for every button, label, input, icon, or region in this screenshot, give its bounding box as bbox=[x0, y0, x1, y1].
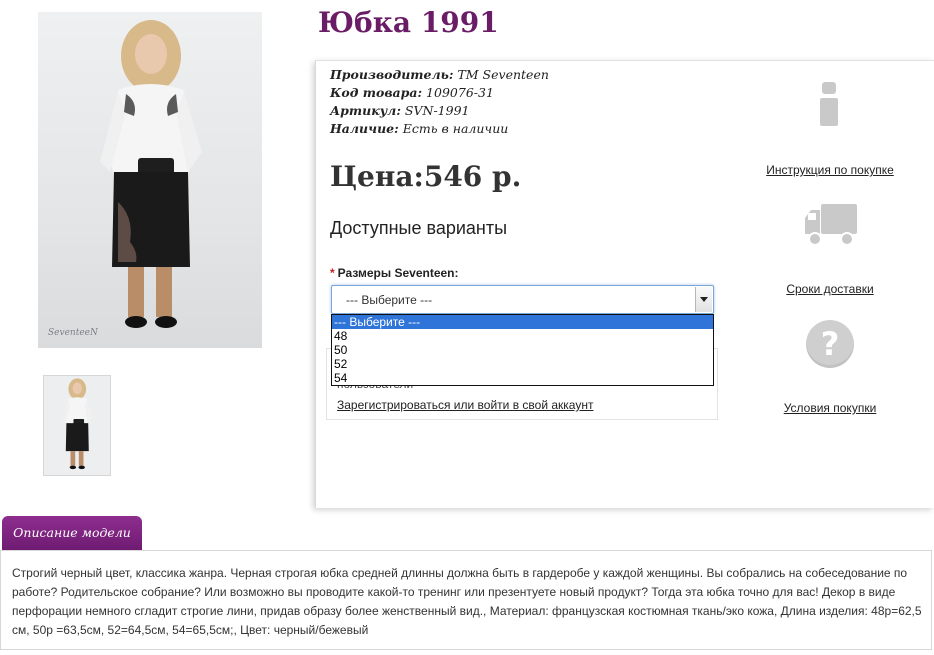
model-figure-image bbox=[100, 20, 202, 328]
size-select[interactable]: --- Выберите --- bbox=[331, 285, 714, 314]
photo-signature: SeventeeN bbox=[48, 328, 98, 338]
sidebar-item-delivery: Сроки доставки bbox=[770, 280, 890, 298]
product-title: Юбка 1991 bbox=[318, 6, 499, 39]
variants-heading: Доступные варианты bbox=[330, 218, 508, 238]
product-price: Цена:546 р. bbox=[330, 160, 522, 193]
size-select-label: * Размеры Seventeen: bbox=[330, 266, 459, 280]
size-option-48[interactable]: 48 bbox=[332, 329, 713, 343]
description-panel: Строгий черный цвет, классика жанра. Чер… bbox=[0, 550, 932, 650]
chevron-down-icon[interactable] bbox=[695, 287, 712, 312]
thumbnail-figure-image bbox=[62, 378, 93, 470]
truck-icon bbox=[805, 204, 857, 246]
instructions-link[interactable]: Инструкция по покупке bbox=[766, 163, 894, 177]
meta-article: Артикул: SVN-1991 bbox=[330, 103, 470, 118]
required-marker: * bbox=[330, 266, 335, 280]
question-icon: ? bbox=[806, 320, 854, 368]
product-thumbnail[interactable] bbox=[43, 375, 111, 476]
size-option-54[interactable]: 54 bbox=[332, 371, 713, 385]
size-option-52[interactable]: 52 bbox=[332, 357, 713, 371]
description-text: Строгий черный цвет, классика жанра. Чер… bbox=[12, 566, 922, 637]
size-select-value: --- Выберите --- bbox=[346, 293, 433, 307]
sidebar-item-instructions: Инструкция по покупке bbox=[760, 161, 900, 179]
product-main-photo[interactable]: SeventeeN bbox=[38, 12, 262, 348]
size-option-placeholder[interactable]: --- Выберите --- bbox=[332, 315, 713, 329]
terms-link[interactable]: Условия покупки bbox=[784, 401, 877, 415]
sidebar-item-terms: Условия покупки bbox=[770, 399, 890, 417]
meta-product-code: Код товара: 109076-31 bbox=[330, 85, 494, 100]
meta-manufacturer: Производитель: ТМ Seventeen bbox=[330, 67, 549, 82]
login-register-link[interactable]: Зарегистрироваться или войти в свой акка… bbox=[337, 398, 593, 412]
size-option-50[interactable]: 50 bbox=[332, 343, 713, 357]
info-icon bbox=[818, 82, 840, 126]
tab-description[interactable]: Описание модели bbox=[2, 516, 142, 550]
size-options-list: --- Выберите --- 48 50 52 54 bbox=[331, 314, 714, 386]
delivery-link[interactable]: Сроки доставки bbox=[786, 282, 873, 296]
product-meta: Производитель: ТМ Seventeen Код товара: … bbox=[330, 66, 549, 138]
meta-availability: Наличие: Есть в наличии bbox=[330, 121, 509, 136]
